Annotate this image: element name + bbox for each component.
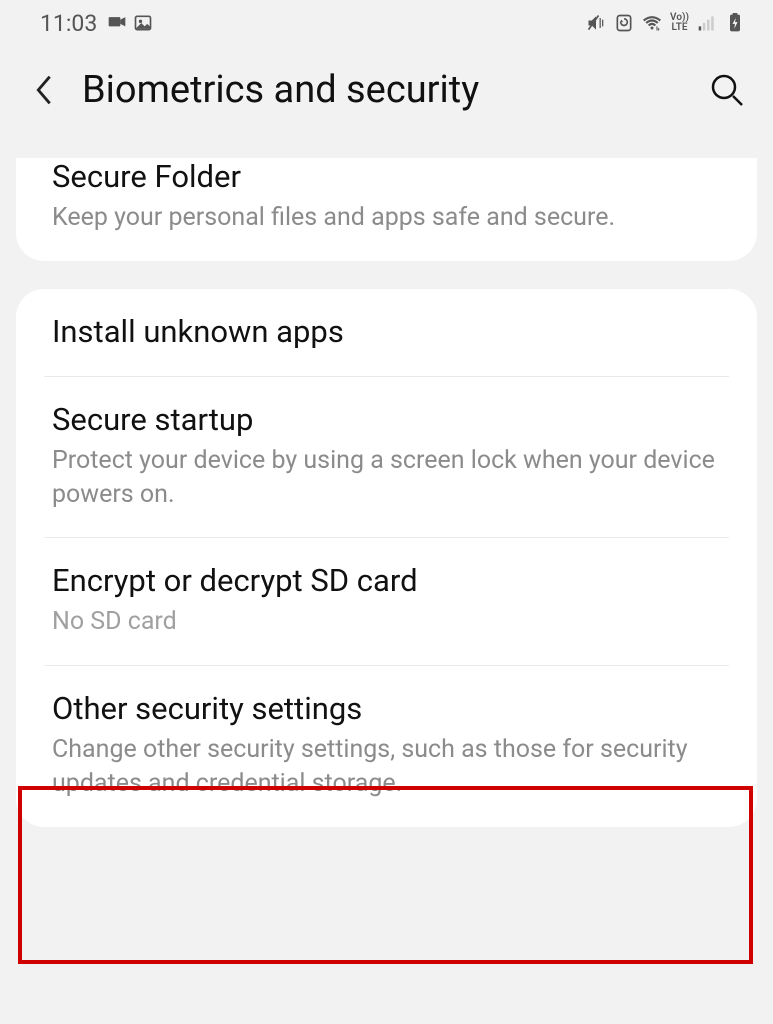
item-title: Encrypt or decrypt SD card bbox=[52, 562, 721, 599]
item-desc: Change other security settings, such as … bbox=[52, 733, 721, 801]
item-other-security-settings[interactable]: Other security settings Change other sec… bbox=[16, 666, 757, 827]
item-secure-startup[interactable]: Secure startup Protect your device by us… bbox=[16, 377, 757, 538]
search-button[interactable] bbox=[705, 68, 749, 112]
status-bar: 11:03 Vo))LTE bbox=[0, 0, 773, 42]
status-notif-icons bbox=[107, 13, 153, 33]
item-title: Secure Folder bbox=[52, 158, 721, 195]
signal-icon bbox=[697, 13, 717, 33]
item-desc: Keep your personal files and apps safe a… bbox=[52, 201, 721, 235]
page-title: Biometrics and security bbox=[82, 68, 687, 112]
message-icon bbox=[107, 13, 127, 33]
settings-content: Secure Folder Keep your personal files a… bbox=[0, 158, 773, 827]
status-right: Vo))LTE bbox=[586, 13, 745, 33]
volte-label: Vo))LTE bbox=[670, 13, 689, 33]
settings-card-2: Install unknown apps Secure startup Prot… bbox=[16, 289, 757, 827]
mute-vibrate-icon bbox=[586, 13, 606, 33]
wifi-icon bbox=[642, 13, 662, 33]
data-saver-icon bbox=[614, 13, 634, 33]
battery-charging-icon bbox=[725, 13, 745, 33]
item-desc: Protect your device by using a screen lo… bbox=[52, 444, 721, 512]
item-title: Secure startup bbox=[52, 401, 721, 438]
item-encrypt-sd-card[interactable]: Encrypt or decrypt SD card No SD card bbox=[16, 538, 757, 665]
status-time: 11:03 bbox=[40, 10, 97, 37]
search-icon bbox=[709, 72, 745, 108]
settings-card-1: Secure Folder Keep your personal files a… bbox=[16, 158, 757, 261]
status-left: 11:03 bbox=[40, 10, 153, 37]
back-button[interactable] bbox=[24, 70, 64, 110]
image-icon bbox=[133, 13, 153, 33]
item-secure-folder[interactable]: Secure Folder Keep your personal files a… bbox=[16, 158, 757, 261]
item-title: Install unknown apps bbox=[52, 313, 721, 350]
item-title: Other security settings bbox=[52, 690, 721, 727]
chevron-left-icon bbox=[32, 71, 56, 109]
item-install-unknown-apps[interactable]: Install unknown apps bbox=[16, 289, 757, 376]
item-desc: No SD card bbox=[52, 605, 721, 639]
page-header: Biometrics and security bbox=[0, 42, 773, 138]
